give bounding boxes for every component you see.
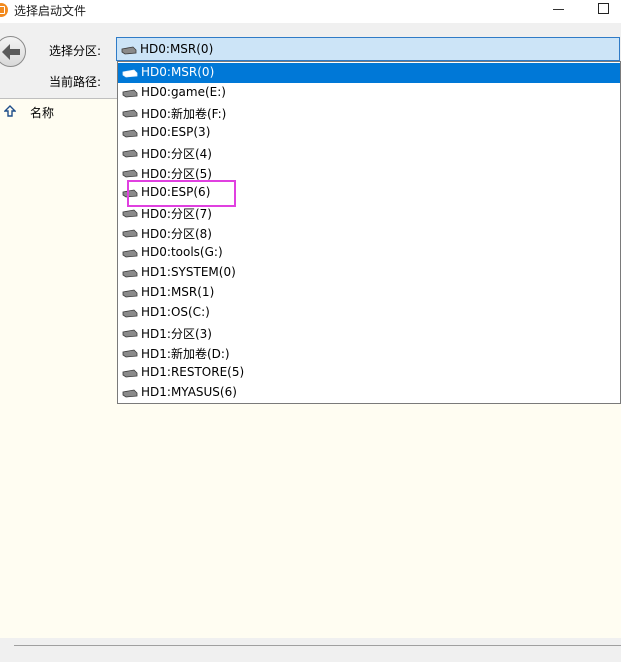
drive-icon	[122, 309, 138, 318]
dropdown-option-label: HD0:game(E:)	[141, 85, 226, 99]
dropdown-option-label: HD0:tools(G:)	[141, 245, 223, 259]
dropdown-option-label: HD1:SYSTEM(0)	[141, 265, 236, 279]
dropdown-option-label: HD1:MSR(1)	[141, 285, 215, 299]
partition-label: 选择分区:	[49, 44, 102, 58]
drive-icon	[122, 109, 138, 118]
dropdown-option-label: HD0:分区(7)	[141, 207, 212, 221]
dropdown-option[interactable]: HD1:新加卷(D:)	[118, 343, 620, 363]
up-arrow-icon[interactable]	[4, 105, 16, 117]
dropdown-option-label: HD1:RESTORE(5)	[141, 365, 245, 379]
drive-icon	[122, 229, 138, 238]
dropdown-option[interactable]: HD1:OS(C:)	[118, 303, 620, 323]
dropdown-option[interactable]: HD1:分区(3)	[118, 323, 620, 343]
drive-icon	[122, 149, 138, 158]
dropdown-option-label: HD0:新加卷(F:)	[141, 107, 227, 121]
dropdown-option-label: HD0:分区(4)	[141, 147, 212, 161]
status-bar	[0, 638, 621, 662]
separator-line	[14, 645, 621, 646]
dropdown-option-label: HD1:OS(C:)	[141, 305, 210, 319]
dropdown-option[interactable]: HD1:RESTORE(5)	[118, 363, 620, 383]
drive-icon	[122, 129, 138, 138]
drive-icon	[122, 209, 138, 218]
dropdown-option-label: HD1:MYASUS(6)	[141, 385, 237, 399]
dropdown-option-label: HD0:分区(8)	[141, 227, 212, 241]
drive-icon	[122, 369, 138, 378]
drive-icon	[122, 69, 138, 78]
app-icon	[0, 3, 8, 17]
dropdown-option-label: HD0:MSR(0)	[141, 65, 215, 79]
dropdown-option-label: HD1:分区(3)	[141, 327, 212, 341]
drive-icon	[122, 389, 138, 398]
maximize-icon[interactable]	[598, 3, 609, 14]
dropdown-option[interactable]: HD0:分区(4)	[118, 143, 620, 163]
minimize-icon[interactable]	[553, 9, 564, 10]
dropdown-option[interactable]: HD1:SYSTEM(0)	[118, 263, 620, 283]
drive-icon	[122, 269, 138, 278]
drive-icon	[122, 89, 138, 98]
drive-icon	[122, 249, 138, 258]
drive-icon	[122, 289, 138, 298]
partition-dropdown-list[interactable]: HD0:MSR(0) HD0:game(E:) HD0:新加卷(F:) HD0:ESP…	[117, 61, 621, 404]
dropdown-option[interactable]: HD1:MYASUS(6)	[118, 383, 620, 403]
dropdown-option-label: HD1:新加卷(D:)	[141, 347, 230, 361]
dropdown-option[interactable]: HD0:tools(G:)	[118, 243, 620, 263]
selected-partition: HD0:MSR(0)	[140, 42, 214, 56]
partition-select[interactable]: HD0:MSR(0)	[116, 37, 620, 61]
dropdown-option[interactable]: HD1:MSR(1)	[118, 283, 620, 303]
drive-icon	[122, 169, 138, 178]
name-column-header[interactable]: 名称	[30, 104, 54, 121]
title-bar: 选择启动文件	[0, 0, 621, 22]
dropdown-option[interactable]: HD0:MSR(0)	[118, 63, 620, 83]
dropdown-option[interactable]: HD0:ESP(3)	[118, 123, 620, 143]
drive-icon	[121, 46, 137, 55]
window-title: 选择启动文件	[14, 4, 87, 18]
annotation-highlight-box	[127, 180, 236, 207]
dropdown-option-label: HD0:ESP(3)	[141, 125, 211, 139]
drive-icon	[122, 329, 138, 338]
dropdown-option[interactable]: HD0:game(E:)	[118, 83, 620, 103]
back-arrow-icon	[2, 44, 20, 60]
current-path-label: 当前路径:	[49, 75, 102, 89]
dropdown-option[interactable]: HD0:新加卷(F:)	[118, 103, 620, 123]
drive-icon	[122, 349, 138, 358]
dropdown-option[interactable]: HD0:分区(8)	[118, 223, 620, 243]
